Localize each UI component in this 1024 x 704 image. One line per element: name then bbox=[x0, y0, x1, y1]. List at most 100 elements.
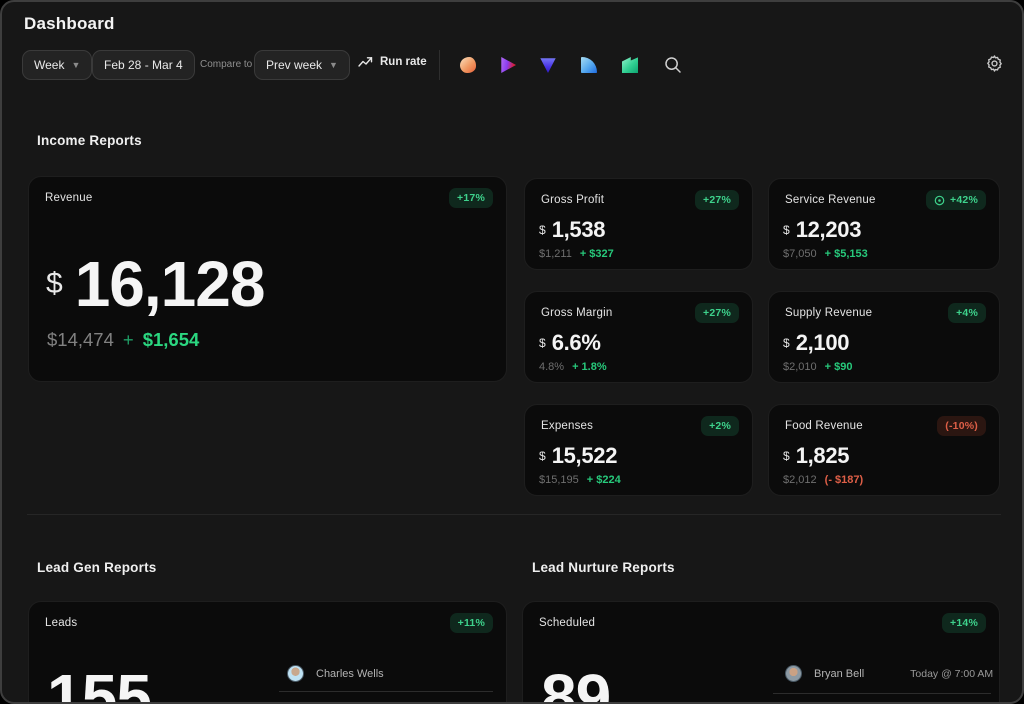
previous-value: 4.8% bbox=[539, 361, 564, 373]
delta-sign: + bbox=[123, 329, 134, 351]
metric-value: $ 2,100 bbox=[783, 330, 849, 356]
previous-value: $7,050 bbox=[783, 248, 817, 260]
run-rate-toggle[interactable]: Run rate bbox=[358, 56, 427, 68]
currency-symbol: $ bbox=[783, 449, 790, 463]
trend-badge-value: (-10%) bbox=[945, 420, 978, 432]
metric-comparison: $2,010 + $90 bbox=[783, 361, 853, 373]
app-shape-orange-icon[interactable] bbox=[460, 57, 476, 73]
gross-profit-card[interactable]: Gross Profit +27% $ 1,538 $1,211 + $327 bbox=[524, 178, 753, 270]
card-label: Expenses bbox=[541, 420, 593, 432]
trend-badge: (-10%) bbox=[937, 416, 986, 436]
delta-value: + $327 bbox=[580, 248, 614, 260]
dashboard-window: Dashboard Week ▼ Feb 28 - Mar 4 Compare … bbox=[0, 0, 1024, 704]
metric-number: 1,825 bbox=[796, 443, 850, 469]
delta-value: $1,654 bbox=[143, 329, 200, 351]
person-row[interactable]: Bryan Bell Today @ 7:00 AM bbox=[785, 665, 993, 682]
currency-symbol: $ bbox=[539, 223, 546, 237]
chevron-down-icon: ▼ bbox=[71, 61, 80, 70]
leads-card[interactable]: Leads +11% 155 Charles Wells bbox=[28, 601, 507, 704]
metric-comparison: $2,012 (- $187) bbox=[783, 474, 863, 486]
card-label: Service Revenue bbox=[785, 194, 876, 206]
period-select-label: Week bbox=[34, 58, 64, 72]
date-range-label: Feb 28 - Mar 4 bbox=[104, 58, 183, 72]
trend-badge-value: +27% bbox=[703, 307, 731, 319]
avatar bbox=[785, 665, 802, 682]
app-play-gradient-icon[interactable] bbox=[500, 57, 516, 73]
date-range-button[interactable]: Feb 28 - Mar 4 bbox=[92, 50, 195, 80]
previous-value: $2,012 bbox=[783, 474, 817, 486]
currency-symbol: $ bbox=[46, 267, 63, 301]
metric-number: 155 bbox=[47, 660, 151, 704]
trend-badge-value: +27% bbox=[703, 194, 731, 206]
previous-value: $1,211 bbox=[539, 248, 572, 260]
gross-margin-card[interactable]: Gross Margin +27% $ 6.6% 4.8% + 1.8% bbox=[524, 291, 753, 383]
lead-gen-reports-heading: Lead Gen Reports bbox=[37, 560, 156, 575]
person-name: Bryan Bell bbox=[814, 668, 864, 680]
scheduled-card[interactable]: Scheduled +14% 89 Bryan Bell Today @ 7:0… bbox=[522, 601, 1000, 704]
trend-badge-value: +11% bbox=[458, 617, 485, 629]
trend-badge: +17% bbox=[449, 188, 493, 208]
previous-value: $2,010 bbox=[783, 361, 817, 373]
delta-value: + $90 bbox=[825, 361, 853, 373]
card-label: Food Revenue bbox=[785, 420, 863, 432]
page-title: Dashboard bbox=[24, 14, 115, 34]
medal-icon bbox=[934, 195, 945, 206]
service-revenue-card[interactable]: Service Revenue +42% $ 12,203 $7,050 + $… bbox=[768, 178, 1000, 270]
trend-badge-value: +42% bbox=[950, 194, 978, 206]
person-name: Charles Wells bbox=[316, 668, 384, 680]
card-label: Scheduled bbox=[539, 617, 595, 629]
run-rate-label: Run rate bbox=[380, 56, 427, 68]
trend-badge-value: +14% bbox=[950, 617, 978, 629]
metric-value: $ 6.6% bbox=[539, 330, 601, 356]
metric-number: 1,538 bbox=[552, 217, 606, 243]
revenue-card[interactable]: Revenue +17% $ 16,128 $14,474 + $1,654 bbox=[28, 176, 507, 382]
trend-badge: +4% bbox=[948, 303, 986, 323]
metric-comparison: $15,195 + $224 bbox=[539, 474, 621, 486]
app-chart-flag-icon[interactable] bbox=[622, 57, 638, 73]
metric-comparison: $1,211 + $327 bbox=[539, 248, 614, 260]
delta-value: + $5,153 bbox=[825, 248, 868, 260]
section-divider bbox=[27, 514, 1001, 515]
search-icon[interactable] bbox=[663, 55, 683, 75]
app-quarter-pie-icon[interactable] bbox=[581, 57, 597, 73]
metric-comparison: 4.8% + 1.8% bbox=[539, 361, 607, 373]
trend-badge: +2% bbox=[701, 416, 739, 436]
metric-number: 2,100 bbox=[796, 330, 850, 356]
currency-symbol: $ bbox=[783, 223, 790, 237]
metric-comparison: $14,474 + $1,654 bbox=[47, 329, 199, 351]
card-label: Revenue bbox=[45, 192, 92, 204]
currency-symbol: $ bbox=[783, 336, 790, 350]
food-revenue-card[interactable]: Food Revenue (-10%) $ 1,825 $2,012 (- $1… bbox=[768, 404, 1000, 496]
chevron-down-icon: ▼ bbox=[329, 61, 338, 70]
supply-revenue-card[interactable]: Supply Revenue +4% $ 2,100 $2,010 + $90 bbox=[768, 291, 1000, 383]
metric-value: $ 12,203 bbox=[783, 217, 861, 243]
period-select[interactable]: Week ▼ bbox=[22, 50, 92, 80]
trend-badge: +11% bbox=[450, 613, 493, 633]
trend-badge: +27% bbox=[695, 190, 739, 210]
metric-number: 89 bbox=[541, 660, 610, 704]
settings-gear-icon[interactable] bbox=[985, 54, 1005, 74]
card-label: Gross Profit bbox=[541, 194, 604, 206]
person-row[interactable]: Charles Wells bbox=[287, 665, 384, 682]
delta-value: + 1.8% bbox=[572, 361, 607, 373]
trend-badge: +14% bbox=[942, 613, 986, 633]
metric-value: $ 15,522 bbox=[539, 443, 617, 469]
toolbar-divider bbox=[439, 50, 440, 80]
compare-select-label: Prev week bbox=[266, 58, 322, 72]
metric-number: 6.6% bbox=[552, 330, 601, 356]
compare-to-label: Compare to bbox=[200, 59, 252, 70]
lead-nurture-reports-heading: Lead Nurture Reports bbox=[532, 560, 675, 575]
trend-badge-value: +4% bbox=[956, 307, 978, 319]
income-reports-heading: Income Reports bbox=[37, 133, 142, 148]
app-funnel-icon[interactable] bbox=[540, 57, 556, 73]
trend-badge-value: +2% bbox=[709, 420, 731, 432]
metric-comparison: $7,050 + $5,153 bbox=[783, 248, 868, 260]
compare-select[interactable]: Prev week ▼ bbox=[254, 50, 350, 80]
metric-number: 12,203 bbox=[796, 217, 862, 243]
row-divider bbox=[773, 693, 991, 694]
trending-up-icon bbox=[358, 56, 373, 68]
currency-symbol: $ bbox=[539, 336, 546, 350]
expenses-card[interactable]: Expenses +2% $ 15,522 $15,195 + $224 bbox=[524, 404, 753, 496]
metric-number: 15,522 bbox=[552, 443, 618, 469]
avatar bbox=[287, 665, 304, 682]
